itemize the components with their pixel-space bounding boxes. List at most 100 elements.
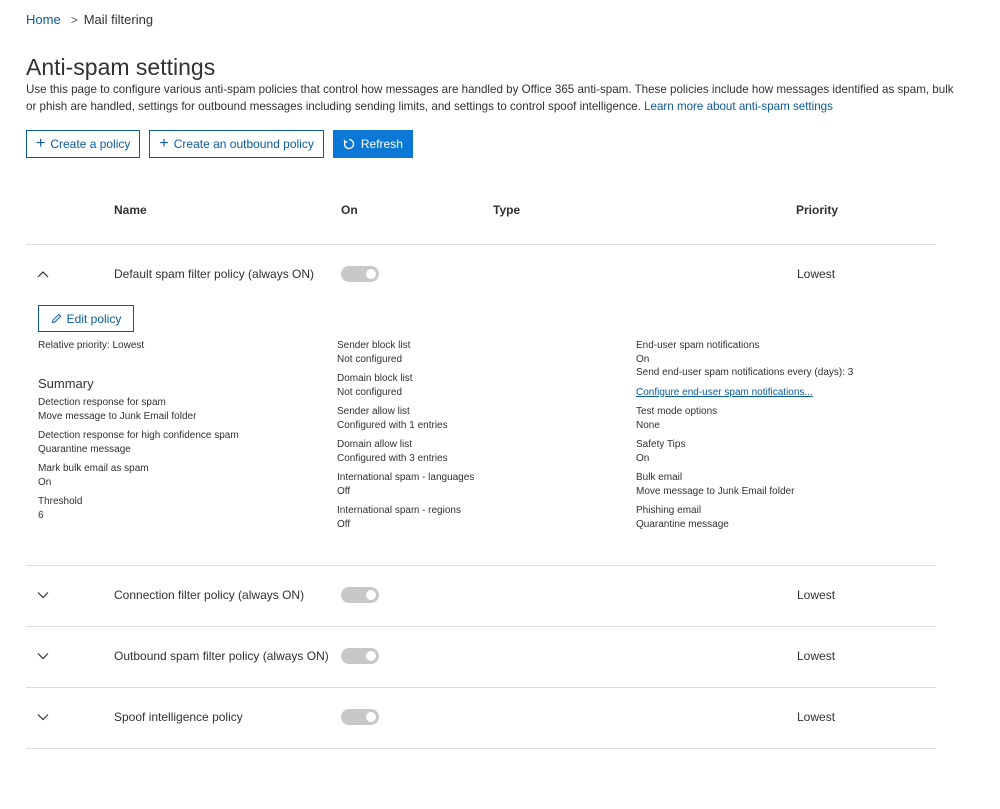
detail-label: International spam - regions (337, 505, 461, 516)
detail-value: Off (337, 518, 351, 530)
detail-value: Not configured (337, 353, 403, 365)
detail-item: Sender allow list Configured with 1 entri… (337, 405, 617, 432)
detail-label: Safety Tips (636, 439, 686, 450)
refresh-label: Refresh (360, 137, 403, 151)
detail-label: Threshold (38, 496, 83, 507)
detail-label: Detection response for spam (38, 397, 166, 408)
detail-label: Mark bulk email as spam (38, 463, 149, 474)
detail-item: Safety Tips On (636, 438, 936, 465)
detail-item: Domain block list Not configured (337, 372, 617, 399)
policy-toggle-connection-filter (341, 587, 379, 603)
detail-label: End-user spam notifications (636, 340, 760, 351)
policy-name-connection-filter[interactable]: Connection filter policy (always ON) (114, 588, 304, 602)
row-divider (26, 626, 936, 627)
detail-value: 6 (38, 509, 44, 521)
detail-value: On (636, 452, 650, 464)
detail-extra: Send end-user spam notifications every (… (636, 367, 854, 378)
row-divider (26, 565, 936, 566)
detail-value: Move message to Junk Email folder (636, 485, 795, 497)
detail-item: International spam - languages Off (337, 471, 617, 498)
toggle-knob (366, 590, 376, 600)
detail-value: Quarantine message (636, 518, 729, 530)
detail-label: Sender block list (337, 340, 411, 351)
detail-value: Not configured (337, 386, 403, 398)
detail-item: Threshold 6 (38, 495, 318, 522)
detail-label: Bulk email (636, 472, 683, 483)
detail-item: Test mode options None (636, 405, 936, 432)
create-outbound-label: Create an outbound policy (173, 137, 314, 151)
refresh-button[interactable]: Refresh (332, 130, 413, 158)
detail-label: Domain block list (337, 373, 413, 384)
policy-priority-default-spam: Lowest (797, 267, 836, 281)
detail-value: On (38, 476, 52, 488)
create-outbound-policy-button[interactable]: + Create an outbound policy (149, 130, 324, 158)
detail-item: Mark bulk email as spam On (38, 462, 318, 489)
summary-title: Summary (38, 375, 94, 391)
detail-value: Configured with 3 entries (337, 452, 448, 464)
breadcrumb-current: Mail filtering (83, 12, 154, 27)
detail-item: Detection response for spam Move message … (38, 396, 318, 423)
policy-toggle-default-spam (341, 266, 379, 282)
breadcrumb: Home > Mail filtering (26, 12, 153, 27)
detail-label: Sender allow list (337, 406, 410, 417)
policy-toggle-spoof-intelligence (341, 709, 379, 725)
detail-column-1: Relative priority: Lowest Summary Detect… (38, 339, 318, 528)
detail-value: Configured with 1 entries (337, 419, 448, 431)
header-divider (26, 244, 936, 245)
detail-column-2: Sender block list Not configured Domain b… (337, 339, 617, 537)
policy-priority-connection-filter: Lowest (797, 588, 836, 602)
chevron-up-icon[interactable] (36, 267, 50, 281)
edit-policy-label: Edit policy (66, 311, 122, 326)
page-title: Anti-spam settings (26, 54, 216, 80)
chevron-down-icon[interactable] (36, 588, 50, 602)
plus-icon: + (36, 135, 46, 152)
chevron-down-icon[interactable] (36, 710, 50, 724)
toggle-knob (366, 712, 376, 722)
pencil-icon (51, 313, 61, 324)
configure-notifications-link[interactable]: Configure end-user spam notifications... (636, 386, 936, 400)
plus-icon: + (159, 135, 169, 152)
detail-item: Bulk email Move message to Junk Email fol… (636, 471, 936, 498)
toggle-knob (366, 269, 376, 279)
detail-label: International spam - languages (337, 472, 475, 483)
policy-toggle-outbound-spam (341, 648, 379, 664)
policy-priority-outbound-spam: Lowest (797, 649, 836, 663)
column-header-name[interactable]: Name (114, 203, 147, 217)
policy-name-default-spam[interactable]: Default spam filter policy (always ON) (114, 267, 314, 281)
policy-priority-spoof-intelligence: Lowest (797, 710, 836, 724)
row-divider (26, 748, 936, 749)
column-header-priority[interactable]: Priority (796, 203, 838, 217)
policy-name-spoof-intelligence[interactable]: Spoof intelligence policy (114, 710, 243, 724)
detail-item: End-user spam notifications On Send end-… (636, 339, 936, 380)
detail-item: Phishing email Quarantine message (636, 504, 936, 531)
detail-column-3: End-user spam notifications On Send end-… (636, 339, 936, 537)
detail-label: Test mode options (636, 406, 718, 417)
detail-value: Quarantine message (38, 443, 131, 455)
column-header-on[interactable]: On (341, 203, 358, 217)
relative-priority: Relative priority: Lowest (38, 340, 145, 351)
chevron-down-icon[interactable] (36, 649, 50, 663)
detail-label: Domain allow list (337, 439, 413, 450)
toggle-knob (366, 651, 376, 661)
detail-value: Move message to Junk Email folder (38, 410, 197, 422)
page-description: Use this page to configure various anti-… (26, 82, 966, 115)
detail-label: Phishing email (636, 505, 702, 516)
column-header-type[interactable]: Type (493, 203, 520, 217)
detail-item: Sender block list Not configured (337, 339, 617, 366)
detail-value: On (636, 353, 650, 365)
create-policy-button[interactable]: + Create a policy (26, 130, 141, 158)
policy-name-outbound-spam[interactable]: Outbound spam filter policy (always ON) (114, 649, 329, 663)
detail-value: Off (337, 485, 351, 497)
detail-item: International spam - regions Off (337, 504, 617, 531)
detail-item: Detection response for high confidence s… (38, 429, 318, 456)
detail-label: Detection response for high confidence s… (38, 430, 239, 441)
breadcrumb-separator: > (70, 12, 78, 27)
learn-more-link[interactable]: Learn more about anti-spam settings (644, 100, 833, 113)
breadcrumb-home-link[interactable]: Home (26, 12, 61, 27)
detail-value: None (636, 419, 660, 431)
edit-policy-button[interactable]: Edit policy (38, 305, 134, 332)
toolbar: + Create a policy + Create an outbound p… (26, 130, 413, 158)
row-divider (26, 687, 936, 688)
detail-item: Domain allow list Configured with 3 entri… (337, 438, 617, 465)
refresh-icon (343, 138, 354, 150)
